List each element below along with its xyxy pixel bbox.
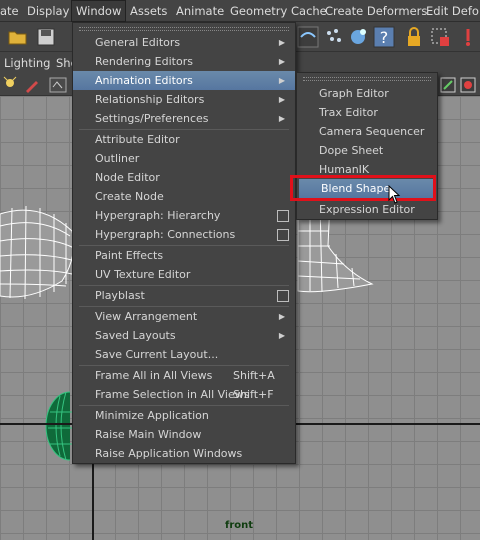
option-box-icon[interactable]	[277, 290, 289, 302]
highlight-callout	[290, 175, 436, 201]
menu-item-relationship-editors[interactable]: Relationship Editors ▶	[73, 90, 295, 109]
menu-item-minimize-application[interactable]: Minimize Application	[73, 406, 295, 425]
save-icon[interactable]	[34, 25, 58, 49]
render-icon[interactable]	[48, 75, 68, 95]
submenu-arrow-icon: ▶	[278, 57, 285, 66]
menu-item-label: View Arrangement	[95, 310, 198, 323]
menu-item-saved-layouts[interactable]: Saved Layouts ▶	[73, 326, 295, 345]
shortcut-label: Shift+A	[233, 369, 275, 382]
menu-item-playblast[interactable]: Playblast	[73, 286, 295, 305]
menu-item-label: General Editors	[95, 36, 181, 49]
menu-item-paint-effects[interactable]: Paint Effects	[73, 246, 295, 265]
menu-tear-off[interactable]	[79, 27, 289, 31]
menu-item-save-current-layout[interactable]: Save Current Layout...	[73, 345, 295, 364]
help-icon[interactable]: ?	[372, 25, 396, 49]
menu-item-label: Saved Layouts	[95, 329, 176, 342]
submenu-arrow-icon: ▶	[278, 38, 285, 47]
menu-item-hypergraph-hierarchy[interactable]: Hypergraph: Hierarchy	[73, 206, 295, 225]
menu-item-raise-application-windows[interactable]: Raise Application Windows	[73, 444, 295, 463]
shelf-tool-icon[interactable]	[438, 75, 458, 95]
menu-item-label: Rendering Editors	[95, 55, 193, 68]
option-box-icon[interactable]	[277, 210, 289, 222]
menu-item-view-arrangement[interactable]: View Arrangement ▶	[73, 307, 295, 326]
svg-text:?: ?	[380, 28, 389, 47]
submenu-arrow-icon: ▶	[278, 331, 285, 340]
submenu-arrow-icon: ▶	[278, 95, 285, 104]
shelf-tool-2-icon[interactable]	[458, 75, 478, 95]
marker-icon[interactable]	[456, 25, 480, 49]
light-icon[interactable]	[2, 75, 22, 95]
option-box-icon[interactable]	[277, 229, 289, 241]
menu-item-attribute-editor[interactable]: Attribute Editor	[73, 130, 295, 149]
menu-geometry-cache[interactable]: Geometry Cache	[230, 0, 327, 22]
menu-item-animation-editors[interactable]: Animation Editors ▶	[73, 71, 295, 90]
menu-item-hypergraph-connections[interactable]: Hypergraph: Connections	[73, 225, 295, 244]
menu-item-label: Animation Editors	[95, 74, 193, 87]
submenu-item-expression-editor[interactable]: Expression Editor	[297, 200, 437, 219]
menu-item-settings-preferences[interactable]: Settings/Preferences ▶	[73, 109, 295, 128]
pencil-icon[interactable]	[22, 75, 42, 95]
menu-item-label: Hypergraph: Hierarchy	[95, 209, 221, 222]
menu-item-label: Relationship Editors	[95, 93, 205, 106]
lock-icon[interactable]	[402, 25, 426, 49]
menu-item-general-editors[interactable]: General Editors ▶	[73, 33, 295, 52]
menu-item-label: Settings/Preferences	[95, 112, 209, 125]
menu-item-label: Hypergraph: Connections	[95, 228, 236, 241]
menu-item-outliner[interactable]: Outliner	[73, 149, 295, 168]
menu-item-label: Frame All in All Views	[95, 369, 213, 382]
menu-create[interactable]: ate	[0, 0, 19, 22]
menu-item-create-node[interactable]: Create Node	[73, 187, 295, 206]
menu-item-frame-selection[interactable]: Frame Selection in All Views Shift+F	[73, 385, 295, 404]
menu-item-node-editor[interactable]: Node Editor	[73, 168, 295, 187]
menu-item-label: Frame Selection in All Views	[95, 388, 250, 401]
select-objects-icon[interactable]	[428, 25, 452, 49]
menu-item-label: Playblast	[95, 289, 145, 302]
menu-window[interactable]: Window	[71, 0, 127, 22]
submenu-item-dope-sheet[interactable]: Dope Sheet	[297, 141, 437, 160]
menubar: ate Display Window Assets Animate Geomet…	[0, 0, 480, 22]
window-menu: General Editors ▶ Rendering Editors ▶ Anim…	[72, 22, 296, 464]
open-folder-icon[interactable]	[6, 25, 30, 49]
submenu-arrow-icon: ▶	[278, 114, 285, 123]
shelf-tab-lighting[interactable]: Lighting	[4, 52, 50, 74]
menu-assets[interactable]: Assets	[130, 0, 167, 22]
shortcut-label: Shift+F	[233, 388, 274, 401]
submenu-arrow-icon: ▶	[278, 312, 285, 321]
submenu-item-camera-sequencer[interactable]: Camera Sequencer	[297, 122, 437, 141]
menu-item-uv-texture-editor[interactable]: UV Texture Editor	[73, 265, 295, 284]
menu-display[interactable]: Display	[27, 0, 69, 22]
mouse-cursor-icon	[388, 185, 401, 204]
submenu-tear-off[interactable]	[303, 77, 431, 81]
snap-to-view-plane-icon[interactable]	[346, 25, 370, 49]
wireframe-mesh-left	[0, 205, 76, 300]
snap-to-points-icon[interactable]	[322, 25, 346, 49]
menu-create-deformers[interactable]: Create Deformers	[325, 0, 427, 22]
menu-item-rendering-editors[interactable]: Rendering Editors ▶	[73, 52, 295, 71]
menu-item-raise-main-window[interactable]: Raise Main Window	[73, 425, 295, 444]
menu-edit-deformers[interactable]: Edit Deform	[426, 0, 480, 22]
submenu-item-graph-editor[interactable]: Graph Editor	[297, 84, 437, 103]
camera-label: front	[225, 520, 254, 531]
snap-to-curves-icon[interactable]	[296, 25, 320, 49]
menu-item-frame-all[interactable]: Frame All in All Views Shift+A	[73, 366, 295, 385]
submenu-arrow-icon: ▶	[278, 76, 285, 85]
sphere-object	[45, 391, 72, 461]
menu-animate[interactable]: Animate	[176, 0, 224, 22]
submenu-item-trax-editor[interactable]: Trax Editor	[297, 103, 437, 122]
